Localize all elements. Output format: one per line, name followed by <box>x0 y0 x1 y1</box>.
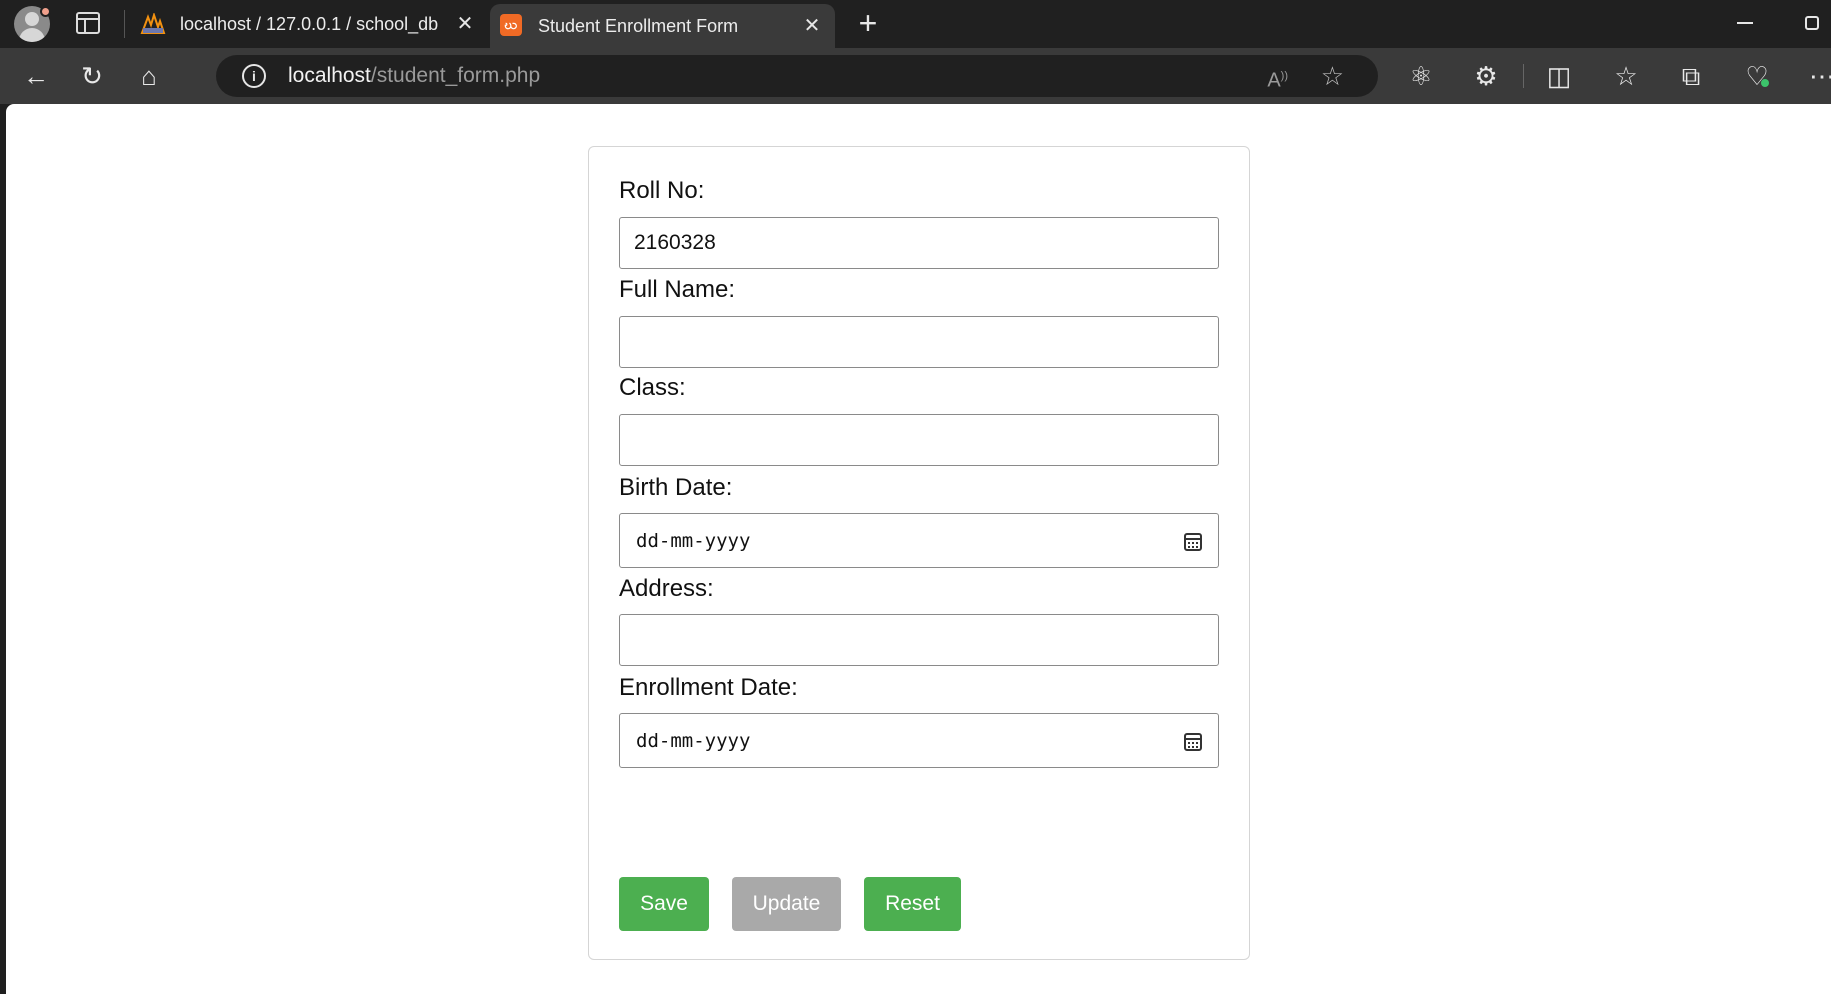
update-button[interactable]: Update <box>732 877 841 931</box>
xampp-icon: ဃ <box>500 14 522 36</box>
refresh-icon[interactable]: ↻ <box>73 58 111 94</box>
tab-phpmyadmin[interactable]: localhost / 127.0.0.1 / school_db ✕ <box>134 0 484 48</box>
tab-title: Student Enrollment Form <box>538 16 739 36</box>
more-options-icon[interactable]: ⋯ <box>1803 58 1831 94</box>
back-icon[interactable]: ← <box>17 58 55 94</box>
calendar-icon[interactable] <box>1184 733 1202 751</box>
favorite-star-icon[interactable]: ☆ <box>1321 59 1344 93</box>
tab-actions-icon[interactable] <box>76 12 100 34</box>
home-icon[interactable]: ⌂ <box>130 58 168 94</box>
restore-icon[interactable] <box>1805 16 1819 30</box>
browser-health-icon[interactable]: ♡ <box>1738 58 1776 94</box>
page-viewport: Roll No: Full Name: Class: Birth Date: d… <box>6 104 1831 994</box>
enrollment-date-value: dd-mm-yyyy <box>636 730 751 752</box>
close-icon[interactable]: ✕ <box>454 13 476 35</box>
tab-bar: localhost / 127.0.0.1 / school_db ✕ ဃ St… <box>0 0 1831 48</box>
toolbar-divider <box>1523 64 1524 88</box>
student-enrollment-form: Roll No: Full Name: Class: Birth Date: d… <box>588 146 1250 960</box>
birth-date-value: dd-mm-yyyy <box>636 530 751 552</box>
tab-separator <box>124 10 125 38</box>
class-input[interactable] <box>619 414 1219 466</box>
address-url[interactable]: localhost/student_form.php <box>288 55 540 97</box>
class-label: Class: <box>619 374 686 401</box>
save-button[interactable]: Save <box>619 877 709 931</box>
extensions-icon[interactable]: ⚙ <box>1467 58 1505 94</box>
phpmyadmin-icon <box>140 13 166 34</box>
collections-icon[interactable]: ⧉ <box>1672 58 1710 94</box>
tab-title: localhost / 127.0.0.1 / school_db <box>180 14 439 34</box>
address-bar[interactable]: i localhost/student_form.php A)) ☆ <box>216 55 1378 97</box>
birth-date-input[interactable]: dd-mm-yyyy <box>619 513 1219 568</box>
full-name-label: Full Name: <box>619 276 736 303</box>
health-status-dot <box>1761 79 1769 87</box>
new-tab-icon[interactable]: + <box>852 7 884 40</box>
site-info-icon[interactable]: i <box>242 64 266 88</box>
reset-button[interactable]: Reset <box>864 877 961 931</box>
calendar-icon[interactable] <box>1184 533 1202 551</box>
tab-student-enrollment-form[interactable]: ဃ Student Enrollment Form ✕ <box>490 4 835 48</box>
split-screen-icon[interactable]: ◫ <box>1540 58 1578 94</box>
copilot-icon[interactable]: ⚛ <box>1402 58 1440 94</box>
read-aloud-icon[interactable]: A)) <box>1267 61 1288 96</box>
address-label: Address: <box>619 575 714 602</box>
address-input[interactable] <box>619 614 1219 666</box>
browser-toolbar: ← ↻ ⌂ i localhost/student_form.php A)) ☆… <box>0 48 1831 104</box>
birth-date-label: Birth Date: <box>619 474 733 501</box>
favorites-icon[interactable]: ☆ <box>1607 58 1645 94</box>
roll-no-label: Roll No: <box>619 177 705 204</box>
minimize-icon[interactable] <box>1737 22 1753 24</box>
close-icon[interactable]: ✕ <box>801 15 823 37</box>
enrollment-date-input[interactable]: dd-mm-yyyy <box>619 713 1219 768</box>
enrollment-date-label: Enrollment Date: <box>619 674 798 701</box>
profile-notification-dot <box>40 6 51 17</box>
full-name-input[interactable] <box>619 316 1219 368</box>
roll-no-input[interactable] <box>619 217 1219 269</box>
